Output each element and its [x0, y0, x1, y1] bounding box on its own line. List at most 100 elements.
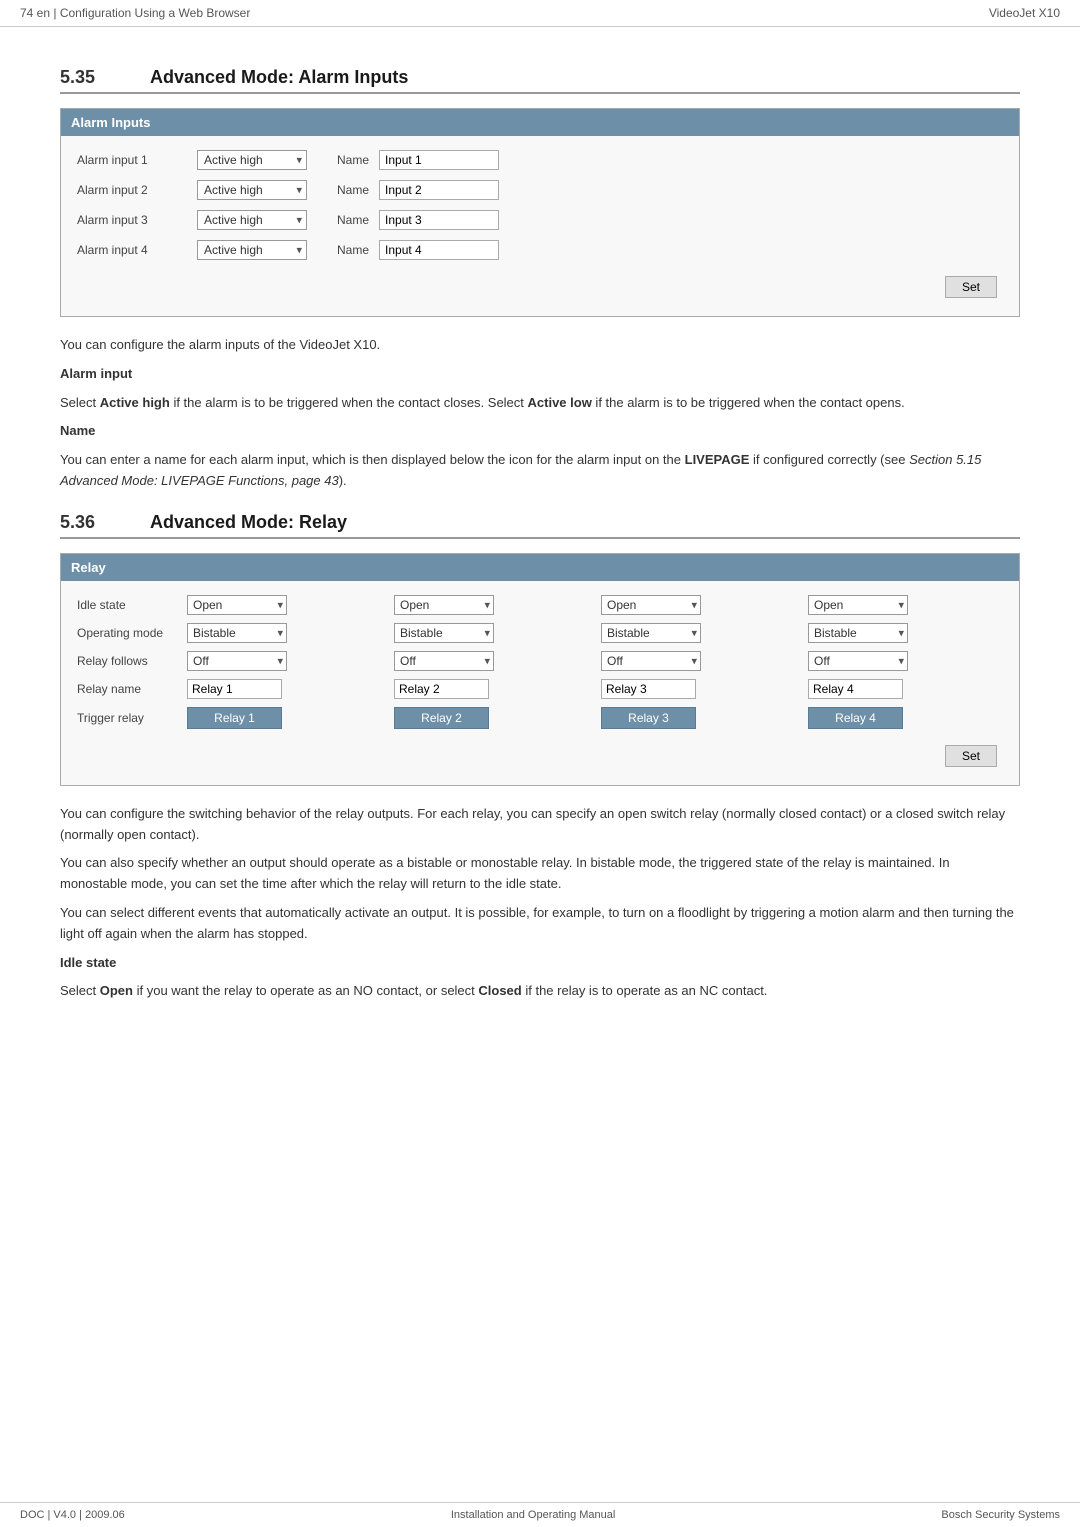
relay-follows-col1: Off On	[181, 647, 388, 675]
relay-set-button[interactable]: Set	[945, 745, 997, 767]
relay-name-col1	[181, 675, 388, 703]
relay-follows-select-1[interactable]: Off On	[187, 651, 287, 671]
section-35-number: 5.35	[60, 67, 120, 88]
section-35-desc1: You can configure the alarm inputs of th…	[60, 335, 1020, 356]
table-row: Idle state Open Closed Open	[71, 591, 1009, 619]
relay-name-col2	[388, 675, 595, 703]
relay-follows-dd-3: Off On	[601, 651, 701, 671]
section-35-desc2: Select Active high if the alarm is to be…	[60, 393, 1020, 414]
table-row: Relay name	[71, 675, 1009, 703]
idle-state-col1: Open Closed	[181, 591, 388, 619]
operating-mode-col4: Bistable Monostable	[802, 619, 1009, 647]
alarm-input-4-name-field[interactable]	[379, 240, 499, 260]
alarm-input-4-dropdown-wrap: Active high Active low	[197, 240, 307, 260]
relay-follows-select-2[interactable]: Off On	[394, 651, 494, 671]
idle-state-select-2[interactable]: Open Closed	[394, 595, 494, 615]
idle-state-select-4[interactable]: Open Closed	[808, 595, 908, 615]
operating-mode-dd-1: Bistable Monostable	[187, 623, 287, 643]
alarm-row: Alarm input 4 Active high Active low Nam…	[71, 236, 1009, 264]
alarm-input-4-dropdown[interactable]: Active high Active low	[197, 240, 307, 260]
table-row: Trigger relay Relay 1 Relay 2 Relay 3 Re…	[71, 703, 1009, 733]
operating-mode-label: Operating mode	[71, 619, 181, 647]
trigger-relay-col1: Relay 1	[181, 703, 388, 733]
relay-follows-col2: Off On	[388, 647, 595, 675]
trigger-relay-btn-3[interactable]: Relay 3	[601, 707, 696, 729]
trigger-relay-btn-1[interactable]: Relay 1	[187, 707, 282, 729]
alarm-input-2-dropdown-wrap: Active high Active low	[197, 180, 307, 200]
relay-name-field-4[interactable]	[808, 679, 903, 699]
table-row: Operating mode Bistable Monostable	[71, 619, 1009, 647]
idle-state-select-3[interactable]: Open Closed	[601, 595, 701, 615]
alarm-input-3-dropdown[interactable]: Active high Active low	[197, 210, 307, 230]
header-left: 74 en | Configuration Using a Web Browse…	[20, 6, 250, 20]
idle-state-dd-3: Open Closed	[601, 595, 701, 615]
alarm-input-1-dropdown[interactable]: Active high Active low	[197, 150, 307, 170]
alarm-set-button[interactable]: Set	[945, 276, 997, 298]
relay-follows-col3: Off On	[595, 647, 802, 675]
relay-name-label: Relay name	[71, 675, 181, 703]
relay-follows-dd-4: Off On	[808, 651, 908, 671]
alarm-input-3-name-field[interactable]	[379, 210, 499, 230]
alarm-input-1-label: Alarm input 1	[77, 153, 197, 167]
section-36-desc: You can configure the switching behavior…	[60, 804, 1020, 1002]
section-35-header: 5.35 Advanced Mode: Alarm Inputs	[60, 67, 1020, 94]
section-36-desc1: You can configure the switching behavior…	[60, 804, 1020, 846]
alarm-input-2-name-label: Name	[337, 183, 369, 197]
alarm-input-1-name-field[interactable]	[379, 150, 499, 170]
alarm-input-2-label: Alarm input 2	[77, 183, 197, 197]
idle-state-select-1[interactable]: Open Closed	[187, 595, 287, 615]
footer-bar: DOC | V4.0 | 2009.06 Installation and Op…	[0, 1502, 1080, 1527]
table-row: Relay follows Off On Off	[71, 647, 1009, 675]
operating-mode-select-1[interactable]: Bistable Monostable	[187, 623, 287, 643]
relay-follows-select-4[interactable]: Off On	[808, 651, 908, 671]
trigger-relay-col3: Relay 3	[595, 703, 802, 733]
relay-name-field-2[interactable]	[394, 679, 489, 699]
alarm-row: Alarm input 3 Active high Active low Nam…	[71, 206, 1009, 234]
operating-mode-dd-3: Bistable Monostable	[601, 623, 701, 643]
trigger-relay-label: Trigger relay	[71, 703, 181, 733]
section-36-header: 5.36 Advanced Mode: Relay	[60, 512, 1020, 539]
alarm-input-1-name-label: Name	[337, 153, 369, 167]
relay-follows-col4: Off On	[802, 647, 1009, 675]
alarm-inputs-panel-body: Alarm input 1 Active high Active low Nam…	[61, 136, 1019, 316]
section-35-desc: You can configure the alarm inputs of th…	[60, 335, 1020, 492]
trigger-relay-btn-4[interactable]: Relay 4	[808, 707, 903, 729]
alarm-row: Alarm input 2 Active high Active low Nam…	[71, 176, 1009, 204]
alarm-input-3-label: Alarm input 3	[77, 213, 197, 227]
main-content: 5.35 Advanced Mode: Alarm Inputs Alarm I…	[0, 27, 1080, 1042]
relay-name-field-3[interactable]	[601, 679, 696, 699]
operating-mode-col1: Bistable Monostable	[181, 619, 388, 647]
relay-follows-label: Relay follows	[71, 647, 181, 675]
operating-mode-select-2[interactable]: Bistable Monostable	[394, 623, 494, 643]
relay-follows-dd-1: Off On	[187, 651, 287, 671]
relay-panel-header: Relay	[61, 554, 1019, 581]
section-36-number: 5.36	[60, 512, 120, 533]
relay-panel: Relay Idle state Open Closed	[60, 553, 1020, 786]
alarm-input-2-dropdown[interactable]: Active high Active low	[197, 180, 307, 200]
section-35-subheading1: Alarm input	[60, 366, 132, 381]
header-bar: 74 en | Configuration Using a Web Browse…	[0, 0, 1080, 27]
section-36-desc2: You can also specify whether an output s…	[60, 853, 1020, 895]
header-right: VideoJet X10	[989, 6, 1060, 20]
section-36-desc3: You can select different events that aut…	[60, 903, 1020, 945]
idle-state-col2: Open Closed	[388, 591, 595, 619]
operating-mode-dd-4: Bistable Monostable	[808, 623, 908, 643]
footer-left: DOC | V4.0 | 2009.06	[20, 1509, 125, 1521]
operating-mode-select-3[interactable]: Bistable Monostable	[601, 623, 701, 643]
section-36-title: Advanced Mode: Relay	[150, 512, 347, 533]
alarm-input-4-label: Alarm input 4	[77, 243, 197, 257]
relay-follows-select-3[interactable]: Off On	[601, 651, 701, 671]
operating-mode-select-4[interactable]: Bistable Monostable	[808, 623, 908, 643]
operating-mode-col3: Bistable Monostable	[595, 619, 802, 647]
section-35-desc3: You can enter a name for each alarm inpu…	[60, 450, 1020, 492]
relay-follows-dd-2: Off On	[394, 651, 494, 671]
trigger-relay-btn-2[interactable]: Relay 2	[394, 707, 489, 729]
relay-name-col3	[595, 675, 802, 703]
section-36-desc4: Select Open if you want the relay to ope…	[60, 981, 1020, 1002]
idle-state-dd-4: Open Closed	[808, 595, 908, 615]
alarm-input-2-name-field[interactable]	[379, 180, 499, 200]
alarm-inputs-panel-header: Alarm Inputs	[61, 109, 1019, 136]
relay-name-field-1[interactable]	[187, 679, 282, 699]
section-35-subheading2: Name	[60, 423, 95, 438]
idle-state-col4: Open Closed	[802, 591, 1009, 619]
